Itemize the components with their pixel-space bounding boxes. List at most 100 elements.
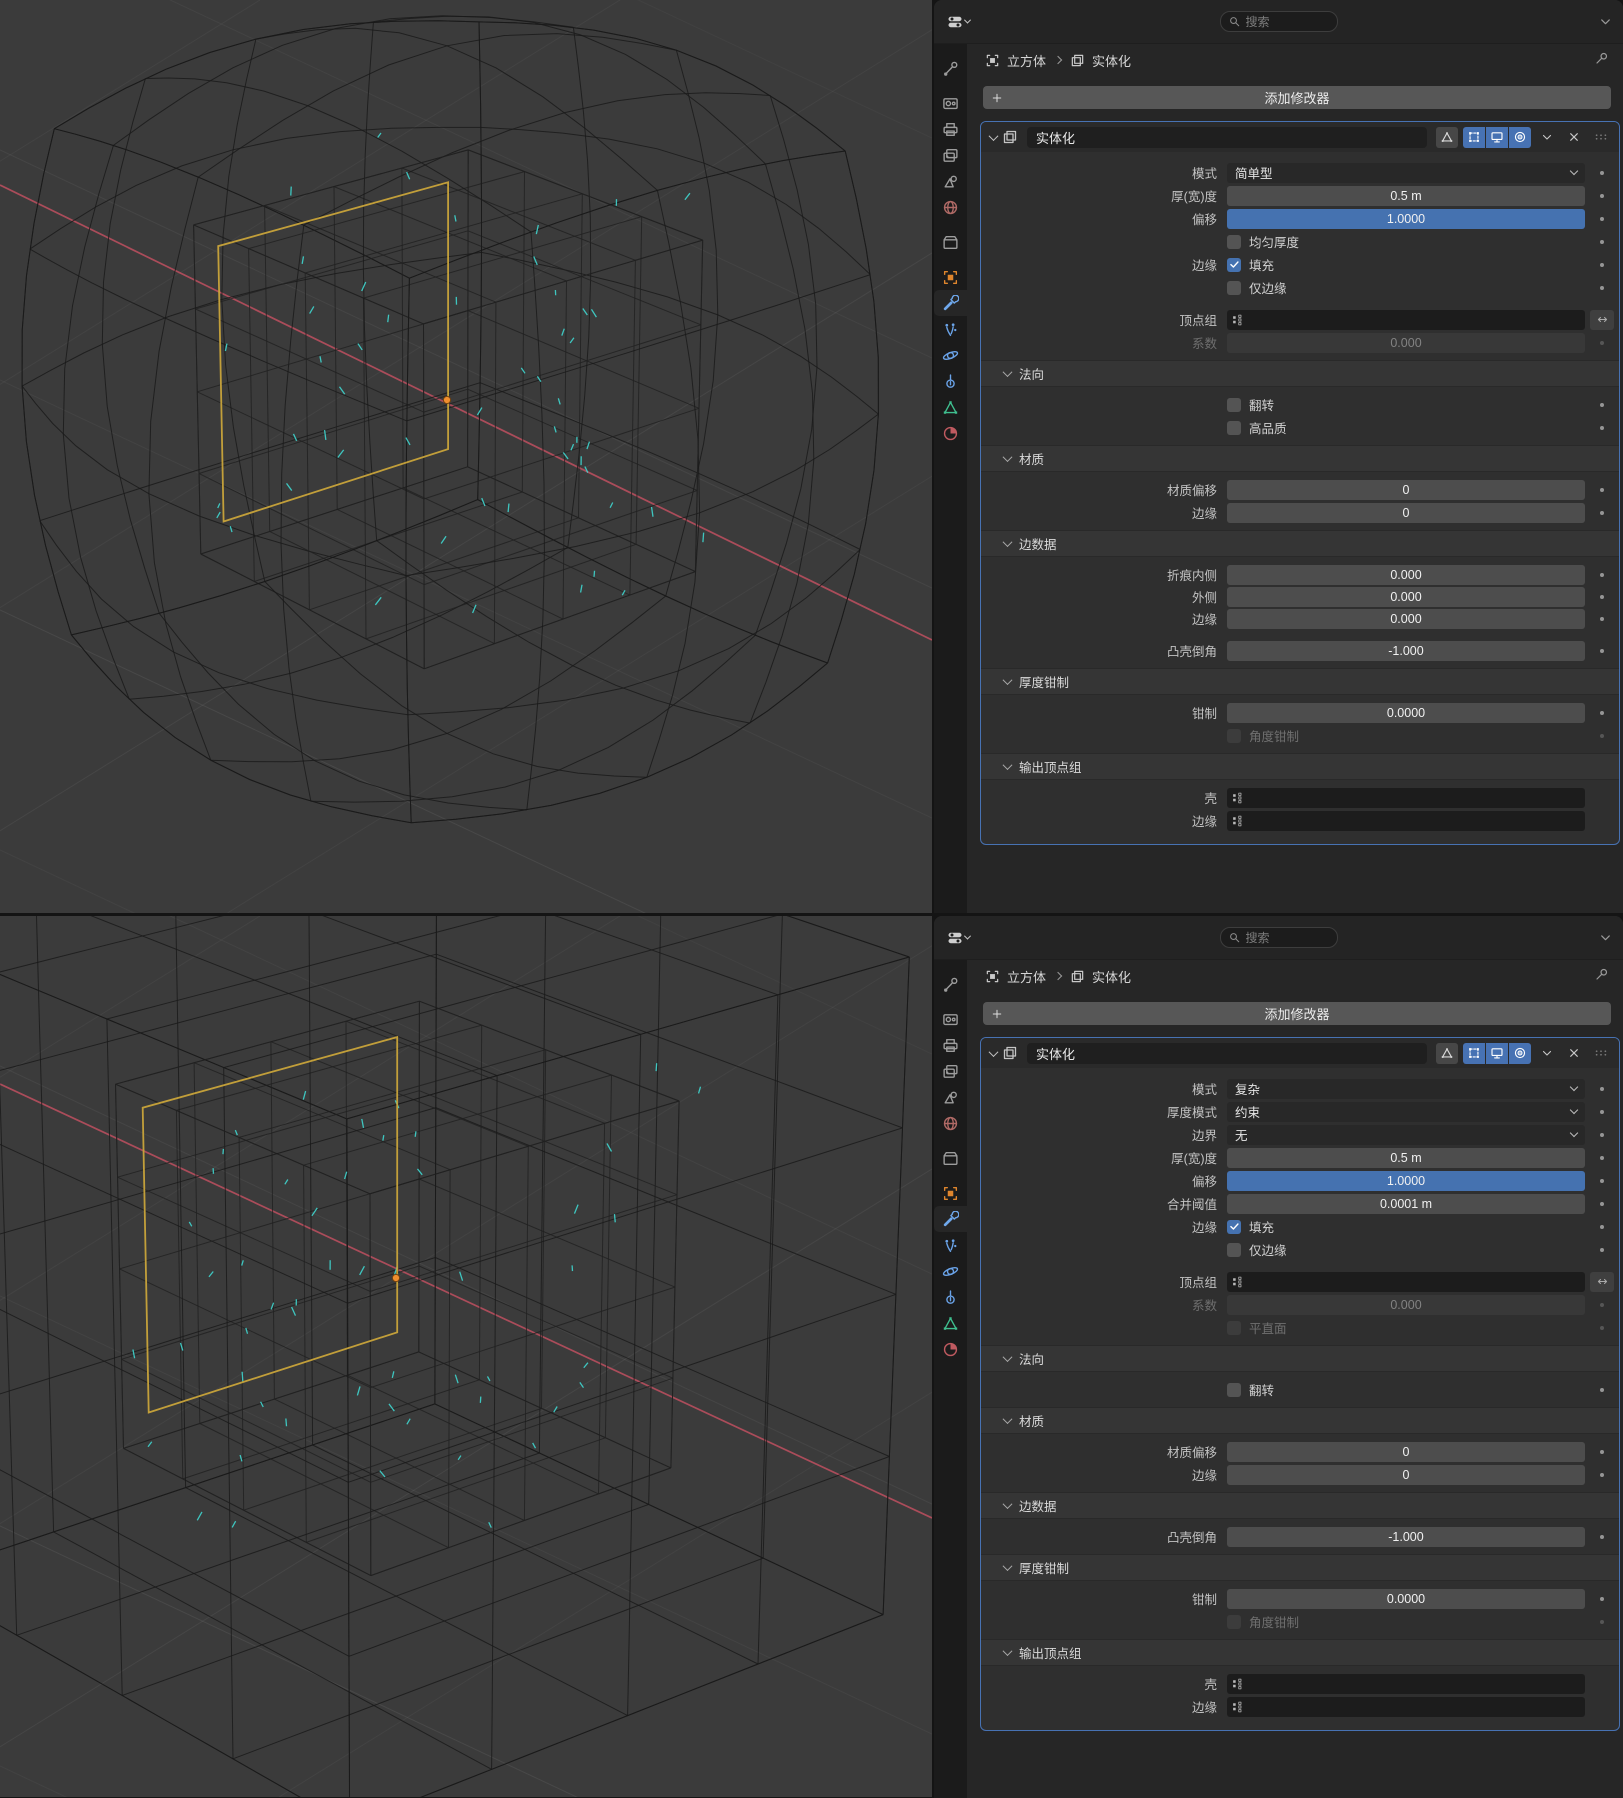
section-header[interactable]: 材质: [981, 1407, 1619, 1434]
display-edit-mode-button[interactable]: [1463, 1043, 1485, 1064]
tab-material[interactable]: [934, 420, 967, 446]
animate-decorator-dot[interactable]: [1600, 1473, 1604, 1477]
tab-world[interactable]: [934, 194, 967, 220]
value-slider[interactable]: 0.5 m: [1227, 186, 1585, 206]
search-input[interactable]: [1246, 931, 1326, 945]
section-header[interactable]: 厚度钳制: [981, 1554, 1619, 1581]
section-header[interactable]: 材质: [981, 445, 1619, 472]
value-slider[interactable]: 0: [1227, 1442, 1585, 1462]
editor-options-chevron-icon[interactable]: [1598, 930, 1613, 945]
delete-modifier-button[interactable]: [1563, 1043, 1585, 1064]
breadcrumb-object-name[interactable]: 立方体: [1007, 51, 1046, 70]
checkbox[interactable]: [1227, 421, 1241, 435]
add-modifier-button[interactable]: 添加修改器: [983, 86, 1611, 109]
tab-view-layer[interactable]: [934, 1058, 967, 1084]
animate-decorator-dot[interactable]: [1600, 573, 1604, 577]
swap-direction-button[interactable]: [1590, 310, 1614, 330]
animate-decorator-dot[interactable]: [1600, 1110, 1604, 1114]
delete-modifier-button[interactable]: [1563, 127, 1585, 148]
tab-view-layer[interactable]: [934, 142, 967, 168]
checkbox[interactable]: [1227, 1615, 1241, 1629]
animate-decorator-dot[interactable]: [1600, 194, 1604, 198]
animate-decorator-dot[interactable]: [1600, 1133, 1604, 1137]
tab-world[interactable]: [934, 1110, 967, 1136]
breadcrumb-modifier-name[interactable]: 实体化: [1092, 51, 1131, 70]
tab-object[interactable]: [934, 1180, 967, 1206]
tab-output[interactable]: [934, 1032, 967, 1058]
section-header[interactable]: 输出顶点组: [981, 1639, 1619, 1666]
tab-physics[interactable]: [934, 342, 967, 368]
tab-render[interactable]: [934, 90, 967, 116]
tab-tool[interactable]: [934, 971, 967, 997]
dropdown-select[interactable]: 无: [1227, 1125, 1585, 1145]
animate-decorator-dot[interactable]: [1600, 286, 1604, 290]
animate-decorator-dot[interactable]: [1600, 734, 1604, 738]
tab-output[interactable]: [934, 116, 967, 142]
value-slider[interactable]: 0.0001 m: [1227, 1194, 1585, 1214]
checkbox[interactable]: [1227, 1243, 1241, 1257]
search-input[interactable]: [1246, 15, 1326, 29]
checkbox[interactable]: [1227, 281, 1241, 295]
animate-decorator-dot[interactable]: [1600, 1326, 1604, 1330]
checkbox[interactable]: [1227, 729, 1241, 743]
dropdown-select[interactable]: 简单型: [1227, 163, 1585, 183]
modifier-name-field[interactable]: 实体化: [1027, 1043, 1427, 1064]
vertex-group-field[interactable]: [1227, 811, 1585, 831]
value-slider[interactable]: 0: [1227, 503, 1585, 523]
tab-tool[interactable]: [934, 55, 967, 81]
drag-grip-icon[interactable]: [1590, 127, 1612, 148]
tab-physics[interactable]: [934, 1258, 967, 1284]
animate-decorator-dot[interactable]: [1600, 263, 1604, 267]
value-slider[interactable]: 0.0000: [1227, 1589, 1585, 1609]
animate-decorator-dot[interactable]: [1600, 1225, 1604, 1229]
tab-object[interactable]: [934, 264, 967, 290]
tab-modifiers[interactable]: [934, 290, 967, 316]
value-slider[interactable]: 0.000: [1227, 1295, 1585, 1315]
animate-decorator-dot[interactable]: [1600, 617, 1604, 621]
animate-decorator-dot[interactable]: [1600, 1303, 1604, 1307]
dropdown-select[interactable]: 约束: [1227, 1102, 1585, 1122]
animate-decorator-dot[interactable]: [1600, 1620, 1604, 1624]
value-slider[interactable]: 1.0000: [1227, 209, 1585, 229]
animate-decorator-dot[interactable]: [1600, 341, 1604, 345]
breadcrumb-modifier-name[interactable]: 实体化: [1092, 967, 1131, 986]
tab-scene[interactable]: [934, 168, 967, 194]
checkbox[interactable]: [1227, 398, 1241, 412]
vertex-group-field[interactable]: [1227, 310, 1585, 330]
value-slider[interactable]: 0.5 m: [1227, 1148, 1585, 1168]
display-realtime-button[interactable]: [1486, 1043, 1508, 1064]
swap-direction-button[interactable]: [1590, 1272, 1614, 1292]
tab-scene[interactable]: [934, 1084, 967, 1110]
search-box[interactable]: [1220, 927, 1338, 948]
display-edit-mode-button[interactable]: [1463, 127, 1485, 148]
viewport-3d-top[interactable]: [0, 0, 932, 913]
checkbox[interactable]: [1227, 1220, 1241, 1234]
tab-particles[interactable]: [934, 316, 967, 342]
tab-render[interactable]: [934, 1006, 967, 1032]
section-header[interactable]: 法向: [981, 1345, 1619, 1372]
animate-decorator-dot[interactable]: [1600, 711, 1604, 715]
animate-decorator-dot[interactable]: [1600, 217, 1604, 221]
editor-type-button[interactable]: [944, 928, 973, 948]
checkbox[interactable]: [1227, 235, 1241, 249]
tab-object-data[interactable]: [934, 1310, 967, 1336]
display-on-cage-button[interactable]: [1436, 1043, 1458, 1064]
add-modifier-button[interactable]: 添加修改器: [983, 1002, 1611, 1025]
animate-decorator-dot[interactable]: [1600, 171, 1604, 175]
animate-decorator-dot[interactable]: [1600, 426, 1604, 430]
value-slider[interactable]: 0.000: [1227, 565, 1585, 585]
tab-collection[interactable]: [934, 1145, 967, 1171]
animate-decorator-dot[interactable]: [1600, 649, 1604, 653]
modifier-name-field[interactable]: 实体化: [1027, 127, 1427, 148]
display-render-button[interactable]: [1509, 127, 1531, 148]
tab-particles[interactable]: [934, 1232, 967, 1258]
section-header[interactable]: 输出顶点组: [981, 753, 1619, 780]
search-box[interactable]: [1220, 11, 1338, 32]
animate-decorator-dot[interactable]: [1600, 1597, 1604, 1601]
section-header[interactable]: 边数据: [981, 530, 1619, 557]
animate-decorator-dot[interactable]: [1600, 403, 1604, 407]
pin-icon[interactable]: [1594, 51, 1609, 69]
value-slider[interactable]: 0.000: [1227, 609, 1585, 629]
animate-decorator-dot[interactable]: [1600, 1179, 1604, 1183]
modifier-extras-chevron[interactable]: [1536, 1043, 1558, 1064]
